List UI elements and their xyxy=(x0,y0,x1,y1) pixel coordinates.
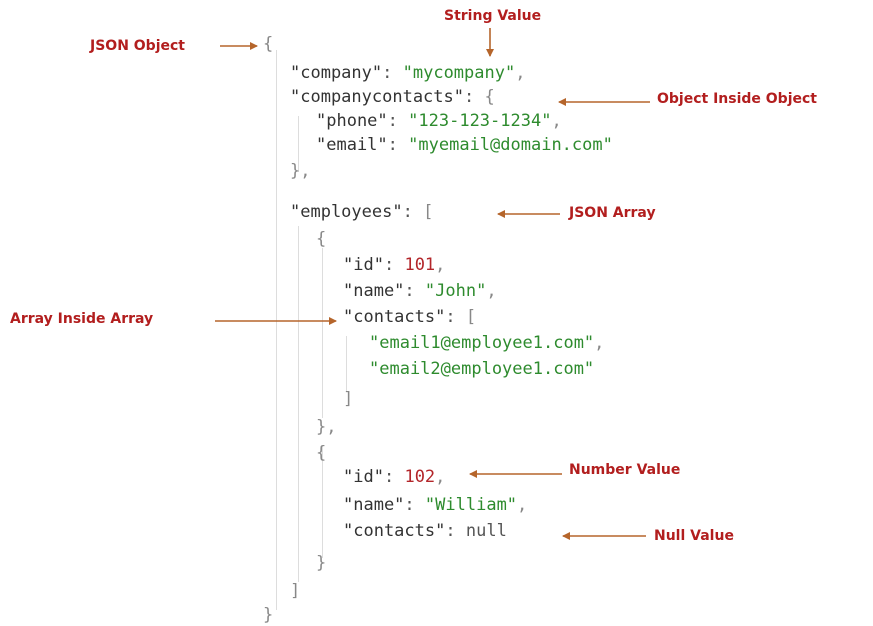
json-structure-diagram: { "company": "mycompany", "companycontac… xyxy=(0,0,873,626)
annotation-arrows xyxy=(215,28,650,540)
